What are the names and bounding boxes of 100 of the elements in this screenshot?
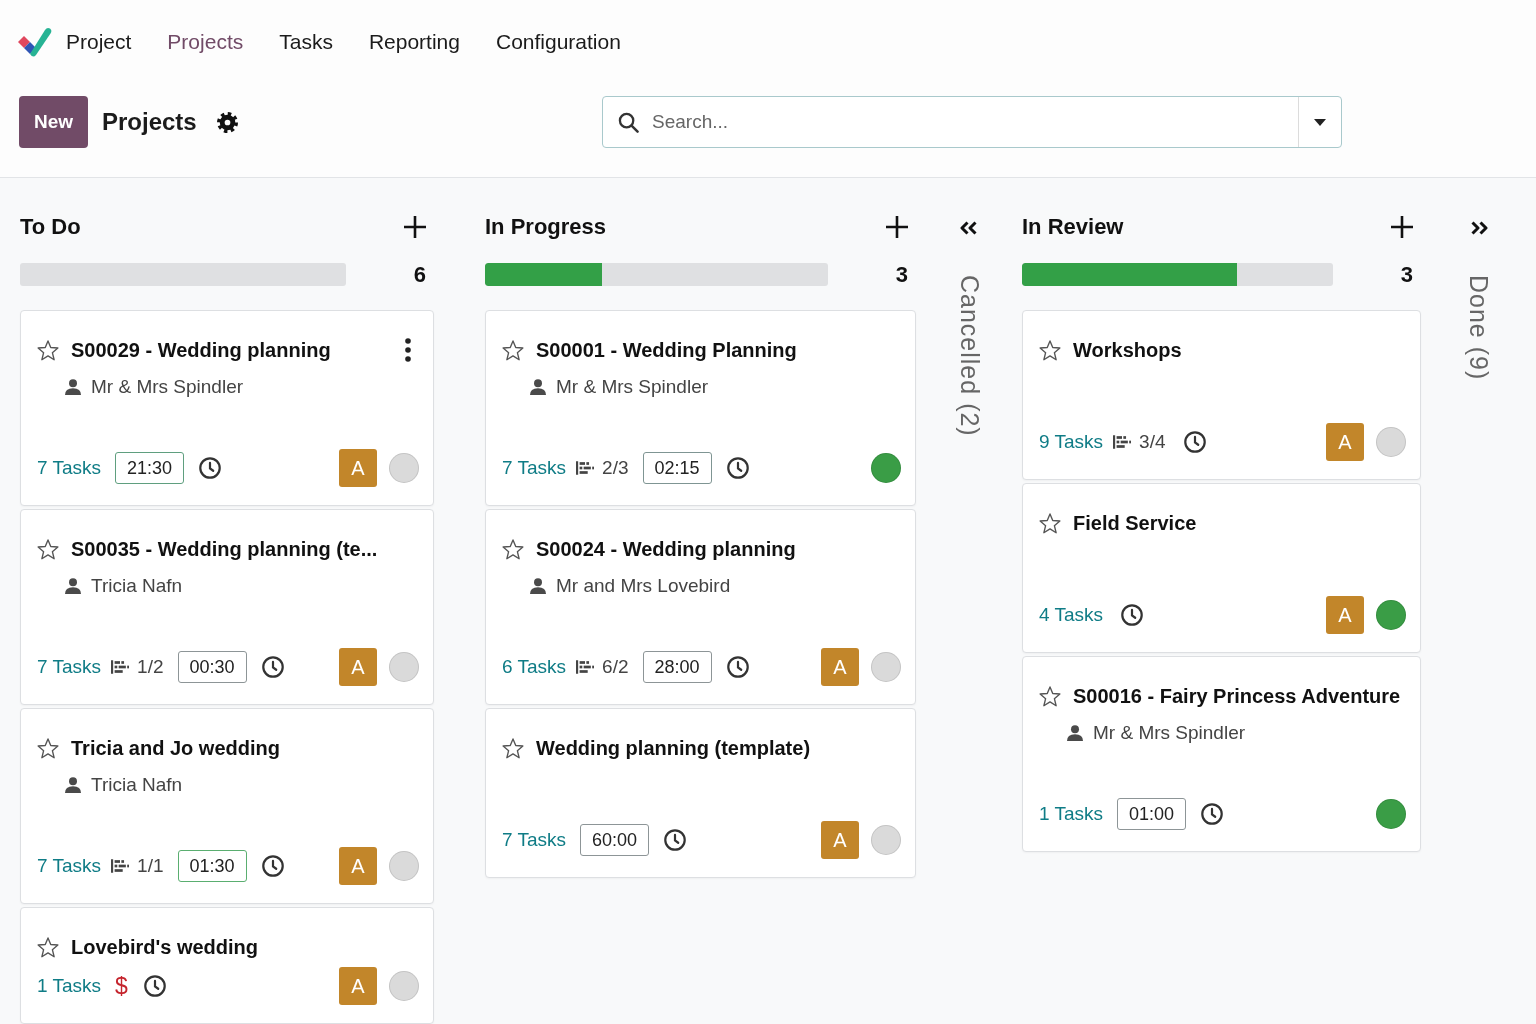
star-icon[interactable] <box>502 339 524 361</box>
nav-item[interactable]: Tasks <box>279 30 333 54</box>
nav-item[interactable]: Projects <box>167 30 244 54</box>
folded-column-title[interactable]: Cancelled (2) <box>954 275 984 437</box>
tasks-link[interactable]: 6 Tasks <box>502 656 567 678</box>
vertical-dots-icon[interactable] <box>405 338 411 362</box>
project-card[interactable]: S00035 - Wedding planning (te... Tricia Nafn 7 Tasks 1/2 00:30 A <box>20 509 434 705</box>
double-chevron-icon[interactable] <box>960 221 978 235</box>
clock-icon[interactable] <box>261 855 284 877</box>
plus-icon[interactable] <box>404 216 426 238</box>
status-dot[interactable] <box>389 851 419 881</box>
star-icon[interactable] <box>37 737 59 759</box>
clock-icon[interactable] <box>1183 431 1206 453</box>
project-card[interactable]: S00024 - Wedding planning Mr and Mrs Lovebird 6 Tasks 6/2 28:00 A <box>485 509 916 705</box>
clock-icon[interactable] <box>1201 803 1224 825</box>
new-button[interactable]: New <box>19 96 88 148</box>
tasks-link[interactable]: 7 Tasks <box>37 855 102 877</box>
user-avatar[interactable]: A <box>339 847 377 885</box>
tasks-link[interactable]: 9 Tasks <box>1039 431 1104 453</box>
customer-name: Tricia Nafn <box>91 575 183 597</box>
tasks-link[interactable]: 7 Tasks <box>502 457 567 479</box>
star-icon[interactable] <box>502 538 524 560</box>
star-icon[interactable] <box>1039 685 1061 707</box>
project-card[interactable]: Workshops 9 Tasks 3/4 A <box>1022 310 1421 480</box>
tasks-link[interactable]: 1 Tasks <box>1039 803 1104 825</box>
project-card[interactable]: Field Service 4 Tasks A <box>1022 483 1421 653</box>
card-title: Wedding planning (template) <box>536 736 811 760</box>
user-avatar[interactable]: A <box>1326 596 1364 634</box>
clock-icon[interactable] <box>726 457 749 479</box>
user-avatar[interactable]: A <box>1326 423 1364 461</box>
status-dot[interactable] <box>1376 600 1406 630</box>
flag-icon <box>111 859 130 873</box>
tasks-link[interactable]: 4 Tasks <box>1039 604 1104 626</box>
card-title: Lovebird's wedding <box>71 935 258 959</box>
column-count: 6 <box>412 261 427 288</box>
search-field[interactable]: Search... <box>652 97 1298 147</box>
status-dot[interactable] <box>871 652 901 682</box>
app-name[interactable]: Project <box>66 30 132 54</box>
double-chevron-icon[interactable] <box>1469 221 1488 235</box>
user-avatar[interactable]: A <box>339 648 377 686</box>
card-title: S00016 - Fairy Princess Adventure <box>1073 684 1401 708</box>
flag-icon <box>576 461 595 475</box>
card-title: Field Service <box>1073 511 1197 535</box>
milestone-count: 6/2 <box>602 656 629 678</box>
project-card[interactable]: S00001 - Wedding Planning Mr & Mrs Spindler 7 Tasks 2/3 02:15 <box>485 310 916 506</box>
plus-icon[interactable] <box>1391 216 1413 238</box>
customer-name: Mr & Mrs Spindler <box>1093 722 1246 744</box>
allocated-hours: 02:15 <box>642 452 712 484</box>
customer-name: Tricia Nafn <box>91 774 183 796</box>
clock-icon[interactable] <box>664 829 687 851</box>
search-bar[interactable]: Search... <box>602 96 1342 148</box>
tasks-link[interactable]: 1 Tasks <box>37 975 102 997</box>
person-icon <box>65 578 81 594</box>
clock-icon[interactable] <box>1121 604 1144 626</box>
status-dot[interactable] <box>389 652 419 682</box>
project-card[interactable]: Tricia and Jo wedding Tricia Nafn 7 Tasks 1/1 01:30 A <box>20 708 434 904</box>
caret-icon <box>1314 118 1326 126</box>
user-avatar[interactable]: A <box>339 449 377 487</box>
project-card[interactable]: S00029 - Wedding planning Mr & Mrs Spindler 7 Tasks 21:30 A <box>20 310 434 506</box>
customer-name: Mr & Mrs Spindler <box>556 376 709 398</box>
status-dot[interactable] <box>389 453 419 483</box>
star-icon[interactable] <box>502 737 524 759</box>
status-dot[interactable] <box>1376 799 1406 829</box>
status-dot[interactable] <box>389 971 419 1001</box>
nav-item[interactable]: Reporting <box>368 30 460 54</box>
tasks-link[interactable]: 7 Tasks <box>502 829 567 851</box>
status-dot[interactable] <box>871 453 901 483</box>
card-title: Tricia and Jo wedding <box>71 736 280 760</box>
person-icon <box>65 777 81 793</box>
star-icon[interactable] <box>37 339 59 361</box>
star-icon[interactable] <box>1039 339 1061 361</box>
gear-icon[interactable] <box>216 111 238 133</box>
flag-icon <box>111 660 130 674</box>
clock-icon[interactable] <box>143 975 166 997</box>
status-dot[interactable] <box>1376 427 1406 457</box>
tasks-link[interactable]: 7 Tasks <box>37 656 102 678</box>
star-icon[interactable] <box>1039 512 1061 534</box>
clock-icon[interactable] <box>261 656 284 678</box>
project-card[interactable]: Lovebird's wedding 1 Tasks $ A <box>20 907 434 1024</box>
checkmark-logo-icon[interactable] <box>18 27 52 57</box>
plus-icon[interactable] <box>886 216 908 238</box>
status-dot[interactable] <box>871 825 901 855</box>
card-title: S00024 - Wedding planning <box>536 537 796 561</box>
star-icon[interactable] <box>37 538 59 560</box>
clock-icon[interactable] <box>199 457 222 479</box>
nav-item[interactable]: Configuration <box>495 30 621 54</box>
user-avatar[interactable]: A <box>821 648 859 686</box>
folded-column-title[interactable]: Done (9) <box>1464 275 1493 381</box>
tasks-link[interactable]: 7 Tasks <box>37 457 102 479</box>
star-icon[interactable] <box>37 936 59 958</box>
card-title: S00029 - Wedding planning <box>71 338 331 362</box>
page-title: Projects <box>102 108 197 136</box>
user-avatar[interactable]: A <box>339 967 377 1005</box>
user-avatar[interactable]: A <box>821 821 859 859</box>
project-card[interactable]: S00016 - Fairy Princess Adventure Mr & Mrs Spindler 1 Tasks 01:00 <box>1022 656 1421 852</box>
card-title: Workshops <box>1073 338 1182 362</box>
project-card[interactable]: Wedding planning (template) 7 Tasks 60:00 A <box>485 708 916 878</box>
milestone-count: 2/3 <box>602 457 629 479</box>
clock-icon[interactable] <box>726 656 749 678</box>
milestone-count: 1/2 <box>137 656 164 678</box>
